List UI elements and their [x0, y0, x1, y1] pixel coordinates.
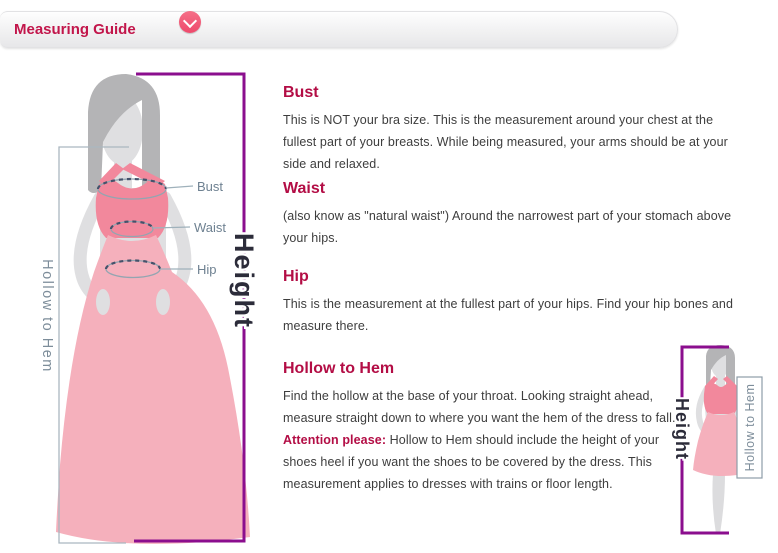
small-dress-diagram: Hollow to Hem Height	[660, 335, 778, 553]
page-title: Measuring Guide	[14, 21, 136, 38]
hollow-to-hem-vertical-label-small: Hollow to Hem	[743, 384, 757, 472]
section-bust-body: This is NOT your bra size. This is the m…	[283, 109, 728, 175]
bust-label: Bust	[197, 179, 223, 194]
hip-label: Hip	[197, 262, 217, 277]
waist-label: Waist	[194, 220, 226, 235]
hollow-to-hem-vertical-label-large: Hollow to Hem	[39, 259, 55, 373]
section-waist-heading: Waist	[283, 180, 731, 198]
section-bust-heading: Bust	[283, 84, 728, 102]
section-hip: Hip This is the measurement at the fulle…	[283, 268, 733, 337]
section-hollow-heading: Hollow to Hem	[283, 360, 676, 378]
attention-please-label: Attention please:	[283, 433, 386, 447]
measuring-guide-header-bar[interactable]: Measuring Guide	[0, 11, 678, 48]
hollow-body-text-1: Find the hollow at the base of your thro…	[283, 389, 676, 425]
section-waist-body: (also know as "natural waist") Around th…	[283, 205, 731, 249]
chevron-down-icon	[183, 14, 197, 28]
collapse-toggle-button[interactable]	[179, 11, 201, 33]
large-dress-diagram: Bust Waist Hip Hollow to Hem Height	[0, 55, 270, 553]
section-waist: Waist (also know as "natural waist") Aro…	[283, 180, 731, 249]
section-hip-body: This is the measurement at the fullest p…	[283, 293, 733, 337]
section-hip-heading: Hip	[283, 268, 733, 286]
height-vertical-label-large: Height	[229, 233, 259, 329]
section-hollow-to-hem: Hollow to Hem Find the hollow at the bas…	[283, 360, 676, 495]
height-vertical-label-small: Height	[672, 398, 692, 460]
section-bust: Bust This is NOT your bra size. This is …	[283, 84, 728, 175]
section-hollow-body: Find the hollow at the base of your thro…	[283, 385, 676, 495]
